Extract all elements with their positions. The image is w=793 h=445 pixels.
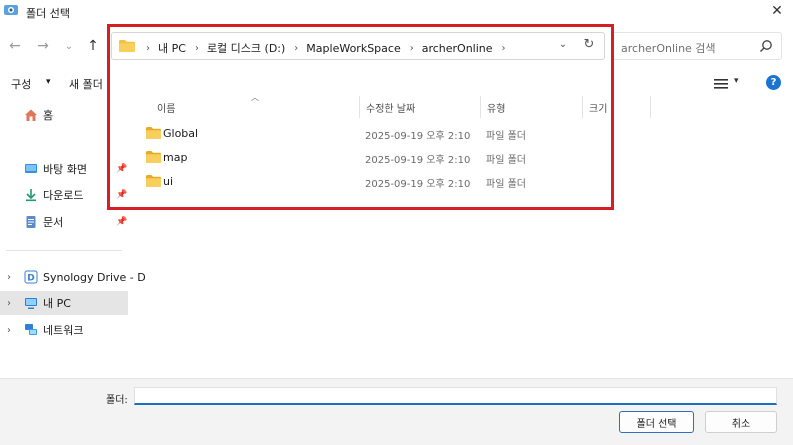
folder-select-dialog: 폴더 선택 ✕ ← → ⌄ ↑ › 내 PC › 로컬 디스크 (D:) › M… [0, 0, 793, 445]
chevron-down-icon: ⌄ [558, 39, 568, 50]
pin-icon: 📌 [116, 217, 128, 227]
cancel-button[interactable]: 취소 [705, 411, 777, 433]
sidebar-item-network[interactable]: › 네트워크 [0, 318, 128, 342]
sidebar-item-label: 문서 [43, 216, 64, 229]
file-modified: 2025-09-19 오후 2:10 [365, 131, 471, 142]
folder-name-input[interactable] [134, 387, 777, 405]
up-button[interactable]: ↑ [83, 36, 103, 56]
view-dropdown-icon[interactable]: ▾ [734, 76, 739, 86]
download-icon [26, 189, 36, 202]
desktop-icon [25, 164, 37, 173]
breadcrumb-item[interactable]: 로컬 디스크 (D:) [207, 40, 285, 56]
breadcrumb: › 내 PC › 로컬 디스크 (D:) › MapleWorkSpace › … [146, 40, 514, 56]
file-type: 파일 폴더 [486, 131, 526, 142]
search-input[interactable]: archerOnline 검색 [621, 40, 716, 56]
help-icon[interactable]: ? [766, 75, 781, 90]
refresh-icon: ↻ [583, 37, 595, 52]
sidebar-item-desktop[interactable]: 바탕 화면 📌 [0, 157, 128, 181]
breadcrumb-item[interactable]: 내 PC [158, 40, 186, 56]
search-icon[interactable] [759, 39, 773, 53]
file-name: Global [163, 127, 199, 140]
documents-icon [26, 216, 36, 228]
arrow-left-icon: ← [9, 38, 21, 54]
sidebar-item-label: 내 PC [43, 297, 71, 310]
column-header-type[interactable]: 유형 [487, 100, 505, 122]
arrow-up-icon: ↑ [87, 38, 99, 54]
chevron-right-icon[interactable]: › [7, 272, 11, 283]
address-dropdown-button[interactable]: ⌄ [556, 39, 570, 53]
network-icon [25, 324, 37, 335]
sidebar-item-this-pc[interactable]: › 내 PC [0, 291, 128, 315]
arrow-right-icon: → [37, 38, 49, 54]
file-row[interactable]: map 2025-09-19 오후 2:10 파일 폴더 [136, 147, 606, 169]
sidebar-item-label: 네트워크 [43, 324, 84, 337]
search-box[interactable]: archerOnline 검색 [612, 32, 782, 60]
column-header-name[interactable]: 이름 [157, 100, 175, 122]
address-bar[interactable]: › 내 PC › 로컬 디스크 (D:) › MapleWorkSpace › … [111, 32, 605, 60]
title-bar: 폴더 선택 ✕ [0, 0, 793, 24]
sidebar-item-synology-drive[interactable]: › D Synology Drive - D [0, 265, 146, 289]
file-type: 파일 폴더 [486, 179, 526, 190]
dialog-footer: 폴더: 폴더 선택 취소 [0, 378, 793, 445]
breadcrumb-separator: › [409, 42, 414, 54]
forward-button[interactable]: → [33, 36, 53, 56]
pin-icon: 📌 [116, 190, 128, 200]
recent-locations-button[interactable]: ⌄ [59, 36, 79, 56]
back-button[interactable]: ← [5, 36, 25, 56]
organize-button[interactable]: 구성 [11, 76, 31, 92]
column-divider[interactable] [359, 96, 360, 118]
breadcrumb-separator: › [501, 42, 506, 54]
folder-icon [146, 175, 161, 187]
organize-dropdown-icon: ▾ [46, 77, 51, 87]
window-title: 폴더 선택 [26, 7, 70, 20]
svg-text:D: D [27, 274, 34, 284]
folder-icon [119, 40, 135, 52]
chevron-right-icon[interactable]: › [7, 325, 11, 336]
navigation-pane: 홈 바탕 화면 📌 다운로드 📌 문서 📌 › D Synology Drive… [0, 96, 146, 378]
breadcrumb-separator: › [294, 42, 299, 54]
file-name: map [163, 151, 188, 164]
breadcrumb-separator: › [146, 42, 150, 54]
file-row[interactable]: Global 2025-09-19 오후 2:10 파일 폴더 [136, 123, 606, 145]
breadcrumb-item[interactable]: archerOnline [422, 42, 493, 55]
column-divider[interactable] [480, 96, 481, 118]
breadcrumb-separator: › [194, 42, 199, 54]
file-name: ui [163, 175, 174, 188]
chevron-right-icon[interactable]: › [7, 298, 11, 309]
sidebar-divider [6, 250, 122, 251]
sidebar-item-label: 바탕 화면 [43, 163, 87, 176]
view-options-icon[interactable] [714, 78, 728, 90]
column-divider[interactable] [582, 96, 583, 118]
sidebar-item-home[interactable]: 홈 [0, 103, 128, 127]
pin-icon: 📌 [116, 164, 128, 174]
sidebar-item-label: Synology Drive - D [43, 270, 146, 284]
breadcrumb-item[interactable]: MapleWorkSpace [306, 42, 400, 55]
file-modified: 2025-09-19 오후 2:10 [365, 179, 471, 190]
home-icon [25, 109, 37, 121]
file-type: 파일 폴더 [486, 155, 526, 166]
sidebar-item-documents[interactable]: 문서 📌 [0, 210, 128, 234]
app-icon [4, 5, 18, 15]
column-divider[interactable] [650, 96, 651, 118]
folder-field-label: 폴더: [106, 395, 128, 406]
sort-ascending-icon: ︿ [251, 93, 259, 102]
refresh-button[interactable]: ↻ [580, 37, 598, 55]
column-header-size[interactable]: 크기 [589, 100, 607, 122]
sidebar-item-label: 홈 [43, 109, 54, 122]
close-button[interactable]: ✕ [765, 0, 789, 22]
sidebar-item-downloads[interactable]: 다운로드 📌 [0, 183, 128, 207]
folder-icon [146, 127, 161, 139]
chevron-down-icon: ⌄ [64, 40, 74, 52]
synology-drive-icon: D [24, 270, 38, 284]
column-header-modified[interactable]: 수정한 날짜 [366, 100, 415, 122]
pc-icon [25, 298, 37, 309]
sidebar-item-label: 다운로드 [43, 189, 84, 202]
close-icon: ✕ [771, 3, 783, 19]
file-modified: 2025-09-19 오후 2:10 [365, 155, 471, 166]
file-row[interactable]: ui 2025-09-19 오후 2:10 파일 폴더 [136, 171, 606, 193]
new-folder-button[interactable]: 새 폴더 [69, 76, 103, 92]
folder-icon [146, 151, 161, 163]
select-folder-button[interactable]: 폴더 선택 [619, 411, 694, 433]
